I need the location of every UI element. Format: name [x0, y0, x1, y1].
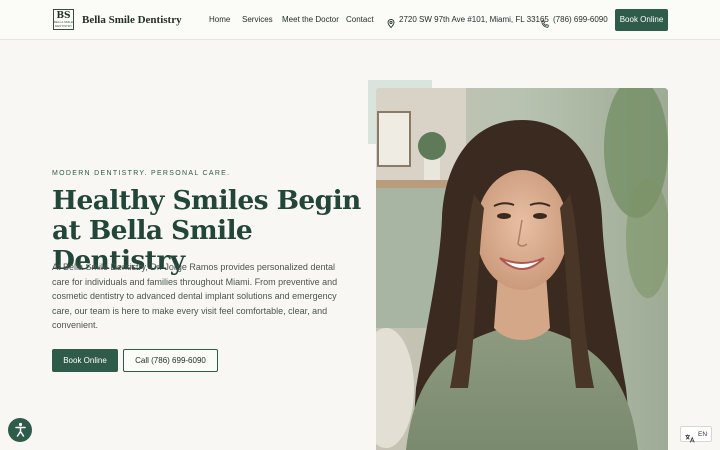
- hero-portrait-image: [376, 88, 668, 450]
- hero-eyebrow: MODERN DENTISTRY. PERSONAL CARE.: [52, 170, 231, 177]
- nav-services[interactable]: Services: [242, 14, 273, 25]
- phone-icon: [541, 15, 549, 33]
- book-online-button[interactable]: Book Online: [52, 349, 118, 372]
- address-link[interactable]: 2720 SW 97th Ave #101, Miami, FL 33165: [399, 14, 549, 25]
- brand-name[interactable]: Bella Smile Dentistry: [82, 13, 182, 27]
- phone-link[interactable]: (786) 699-6090: [553, 14, 608, 25]
- language-label: EN: [698, 431, 708, 438]
- accessibility-icon: [15, 422, 26, 437]
- nav-home[interactable]: Home: [209, 14, 230, 25]
- logo-subtext: BELLA SMILE DENTISTRY: [54, 20, 74, 28]
- accessibility-button[interactable]: [8, 418, 32, 442]
- book-online-header-button[interactable]: Book Online: [615, 9, 668, 31]
- nav-meet-the-doctor[interactable]: Meet the Doctor: [282, 14, 339, 25]
- translate-icon: [685, 430, 695, 448]
- map-pin-icon: [387, 15, 395, 33]
- call-button[interactable]: Call (786) 699-6090: [123, 349, 218, 372]
- language-selector-button[interactable]: EN: [680, 426, 712, 443]
- hero-description: At Bella Smile Dentistry, Dr. Jorge Ramo…: [52, 262, 338, 331]
- logo-mark[interactable]: BS BELLA SMILE DENTISTRY: [53, 9, 74, 30]
- nav-contact[interactable]: Contact: [346, 14, 374, 25]
- site-header: BS BELLA SMILE DENTISTRY Bella Smile Den…: [0, 0, 720, 40]
